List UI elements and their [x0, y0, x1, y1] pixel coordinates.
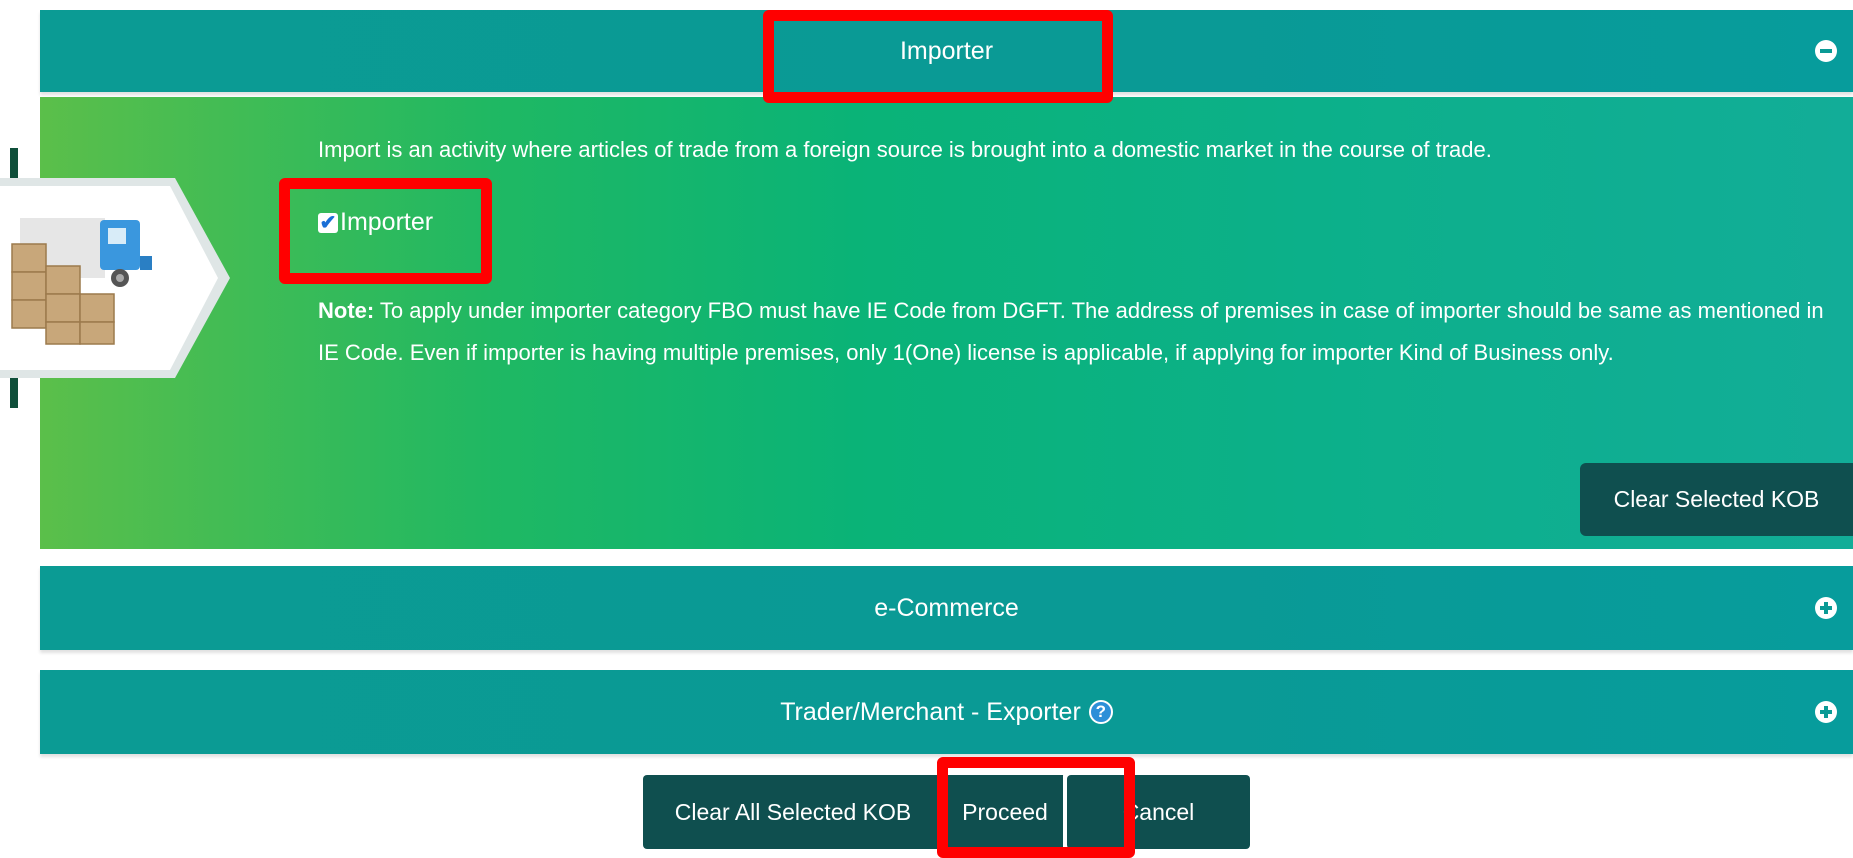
importer-description: Import is an activity where articles of …: [318, 137, 1492, 162]
minus-circle-icon[interactable]: [1815, 40, 1837, 62]
ecommerce-accordion-header[interactable]: e-Commerce: [40, 566, 1853, 650]
kob-selection-page: Importer Import is an activity where art…: [0, 0, 1853, 858]
plus-circle-icon[interactable]: [1815, 701, 1837, 723]
importer-note: Note: To apply under importer category F…: [318, 290, 1848, 374]
clear-selected-kob-button[interactable]: Clear Selected KOB: [1580, 463, 1853, 536]
help-icon[interactable]: ?: [1088, 700, 1113, 724]
importer-checkbox-row[interactable]: ✔ Importer: [318, 208, 433, 237]
proceed-button[interactable]: Proceed: [943, 775, 1067, 849]
importer-checkbox-label[interactable]: Importer: [340, 208, 433, 237]
note-text: To apply under importer category FBO mus…: [318, 298, 1824, 365]
plus-circle-icon[interactable]: [1815, 597, 1837, 619]
clear-all-selected-kob-button[interactable]: Clear All Selected KOB: [643, 775, 943, 849]
trader-header-title: Trader/Merchant - Exporter: [780, 697, 1081, 726]
delivery-truck-boxes-icon: [0, 148, 230, 408]
note-label: Note:: [318, 298, 375, 323]
importer-checkbox[interactable]: ✔: [318, 212, 338, 233]
importer-accordion-header[interactable]: Importer: [40, 10, 1853, 92]
trader-accordion-header[interactable]: Trader/Merchant - Exporter ?: [40, 670, 1853, 754]
importer-header-title: Importer: [899, 36, 994, 65]
ecommerce-header-title: e-Commerce: [874, 593, 1019, 622]
cancel-button[interactable]: Cancel: [1067, 775, 1250, 849]
